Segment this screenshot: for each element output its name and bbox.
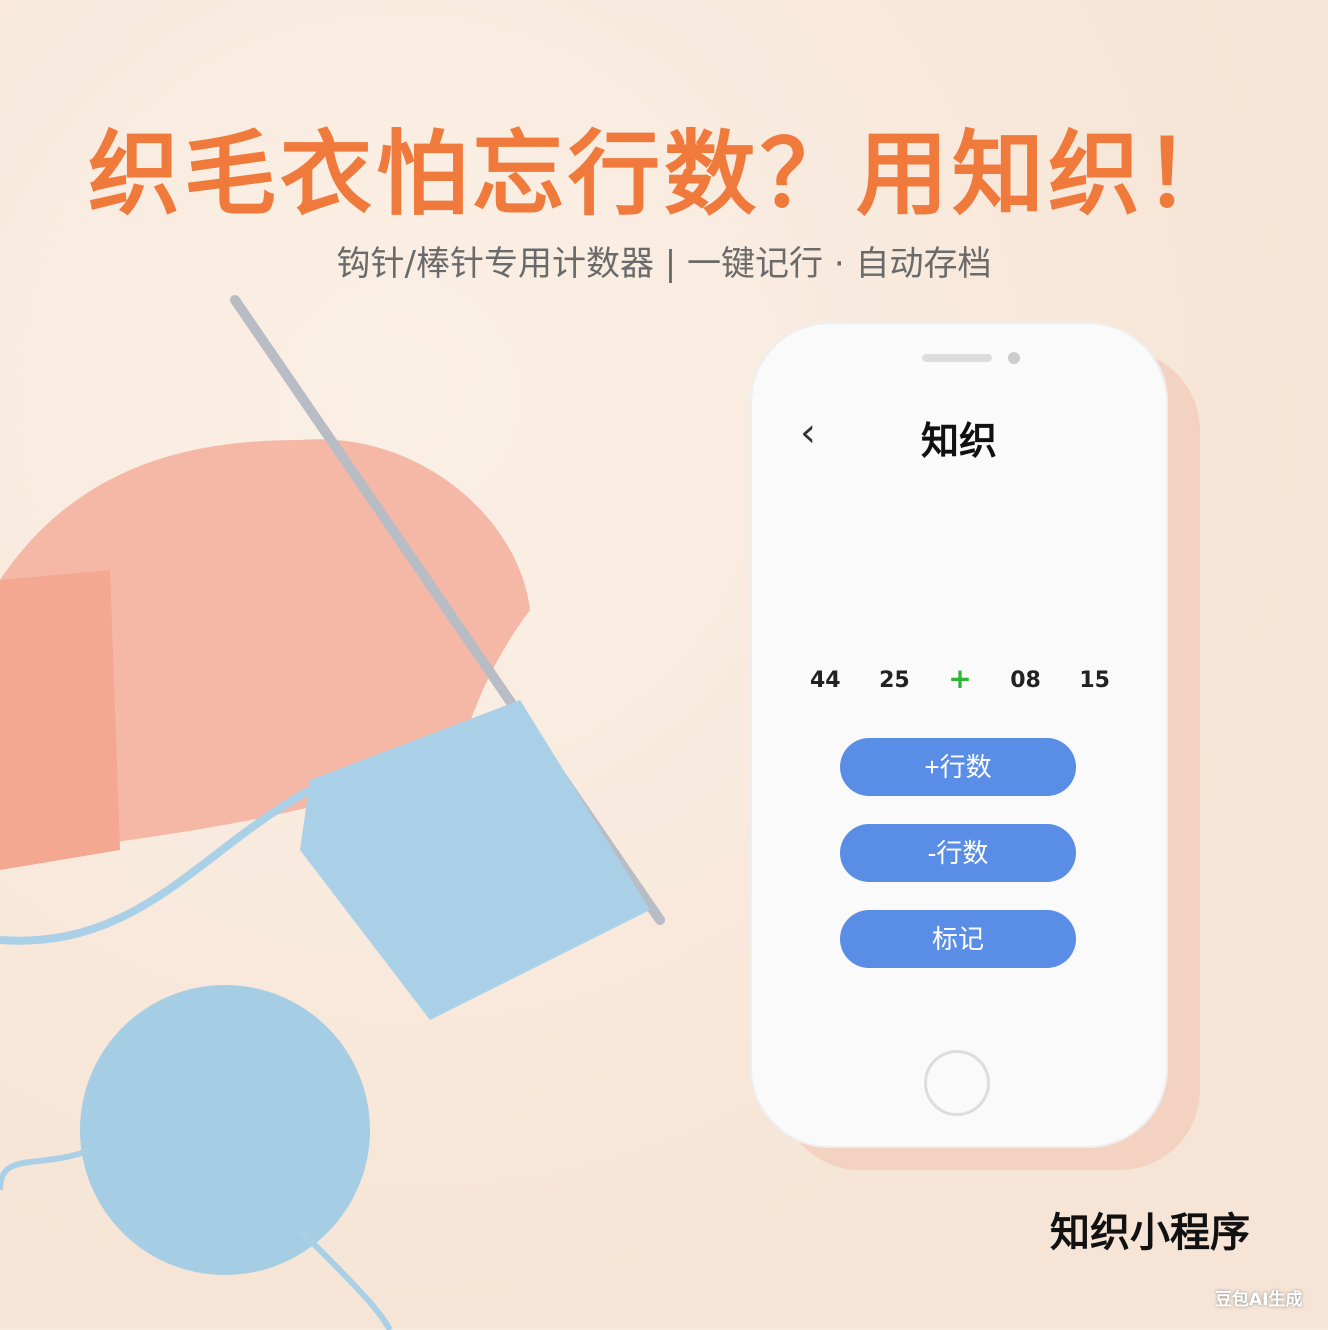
- mini-program-label: 知织小程序: [1050, 1210, 1250, 1256]
- chevron-left-icon[interactable]: ‹: [800, 410, 816, 456]
- phone-speaker: [922, 354, 992, 362]
- subtract-row-button[interactable]: -行数: [840, 824, 1076, 882]
- subtitle: 钩针/棒针专用计数器 | 一键记行 · 自动存档: [336, 244, 992, 284]
- phone-camera: [1008, 352, 1020, 364]
- watermark: 豆包AI生成: [1215, 1290, 1303, 1310]
- add-row-button[interactable]: +行数: [840, 738, 1076, 796]
- headline: 织毛衣怕忘行数？用知织！: [87, 121, 1240, 228]
- counter-row: 44 25 + 08 15: [810, 665, 1110, 694]
- counter-value: 44: [810, 668, 841, 693]
- yarn-ball-icon: [80, 985, 370, 1275]
- counter-value: 08: [1010, 668, 1041, 693]
- knitting-illustration: [0, 295, 665, 1330]
- mark-button[interactable]: 标记: [840, 910, 1076, 968]
- plus-icon[interactable]: +: [948, 665, 971, 693]
- counter-value: 25: [879, 668, 910, 693]
- phone-mockup: 知织 ‹ 44 25 + 08 15 +行数 -行数 标记: [750, 322, 1168, 1148]
- home-button[interactable]: [924, 1050, 990, 1116]
- counter-value: 15: [1079, 668, 1110, 693]
